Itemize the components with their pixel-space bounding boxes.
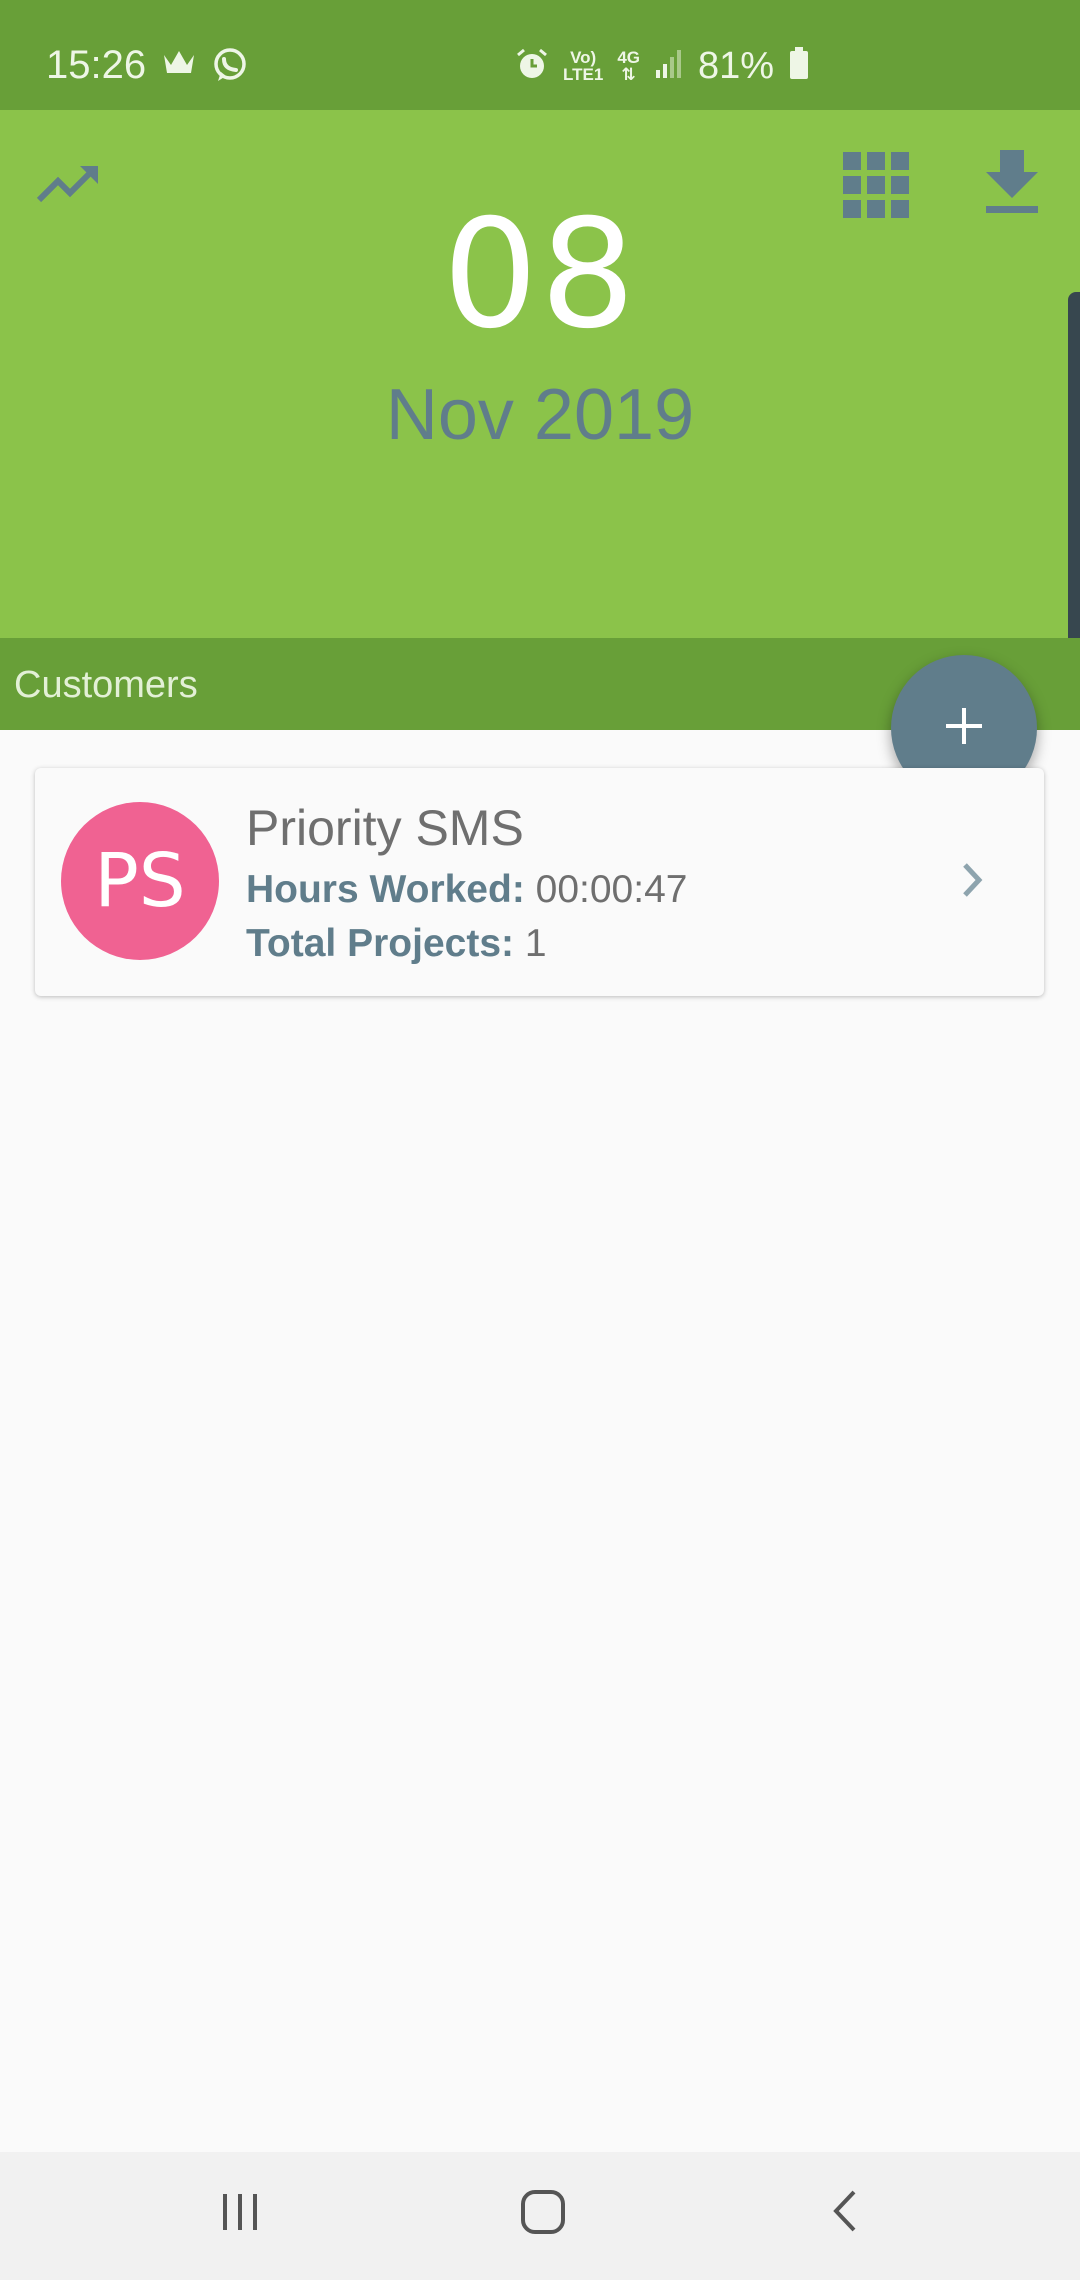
total-projects-row: Total Projects: 1 <box>246 920 547 968</box>
plus-icon <box>944 706 984 751</box>
network-type-indicator: 4G ⇅ <box>617 48 640 84</box>
total-projects-value: 1 <box>524 922 547 965</box>
battery-icon <box>788 46 810 86</box>
battery-percent: 81% <box>698 45 775 87</box>
avatar: PS <box>61 802 219 960</box>
status-time: 15:26 <box>46 43 147 87</box>
hours-worked-value: 00:00:47 <box>535 868 688 911</box>
recent-apps-icon[interactable] <box>215 2186 265 2241</box>
signal-icon <box>654 48 684 85</box>
chevron-right-icon <box>960 860 986 905</box>
back-icon[interactable] <box>822 2186 872 2241</box>
hours-worked-row: Hours Worked: 00:00:47 <box>246 866 687 914</box>
hours-worked-label: Hours Worked: <box>246 868 525 911</box>
total-projects-label: Total Projects: <box>246 922 514 965</box>
date-day: 08 <box>442 188 638 362</box>
data-arrows-icon: ⇅ <box>621 65 636 84</box>
status-bar: 15:26 Vo) LTE1 4G ⇅ 81% <box>0 0 1080 110</box>
home-icon[interactable] <box>518 2186 568 2241</box>
alarm-icon <box>515 47 549 86</box>
whatsapp-icon <box>212 47 248 88</box>
customer-name: Priority SMS <box>246 800 524 856</box>
customer-card[interactable]: PS Priority SMS Hours Worked: 00:00:47 T… <box>35 768 1044 996</box>
crown-icon <box>162 47 196 88</box>
system-nav-bar <box>0 2152 1080 2280</box>
date-month-year: Nov 2019 <box>385 375 695 455</box>
section-title: Customers <box>14 664 198 706</box>
volte-indicator: Vo) LTE1 <box>563 48 604 84</box>
